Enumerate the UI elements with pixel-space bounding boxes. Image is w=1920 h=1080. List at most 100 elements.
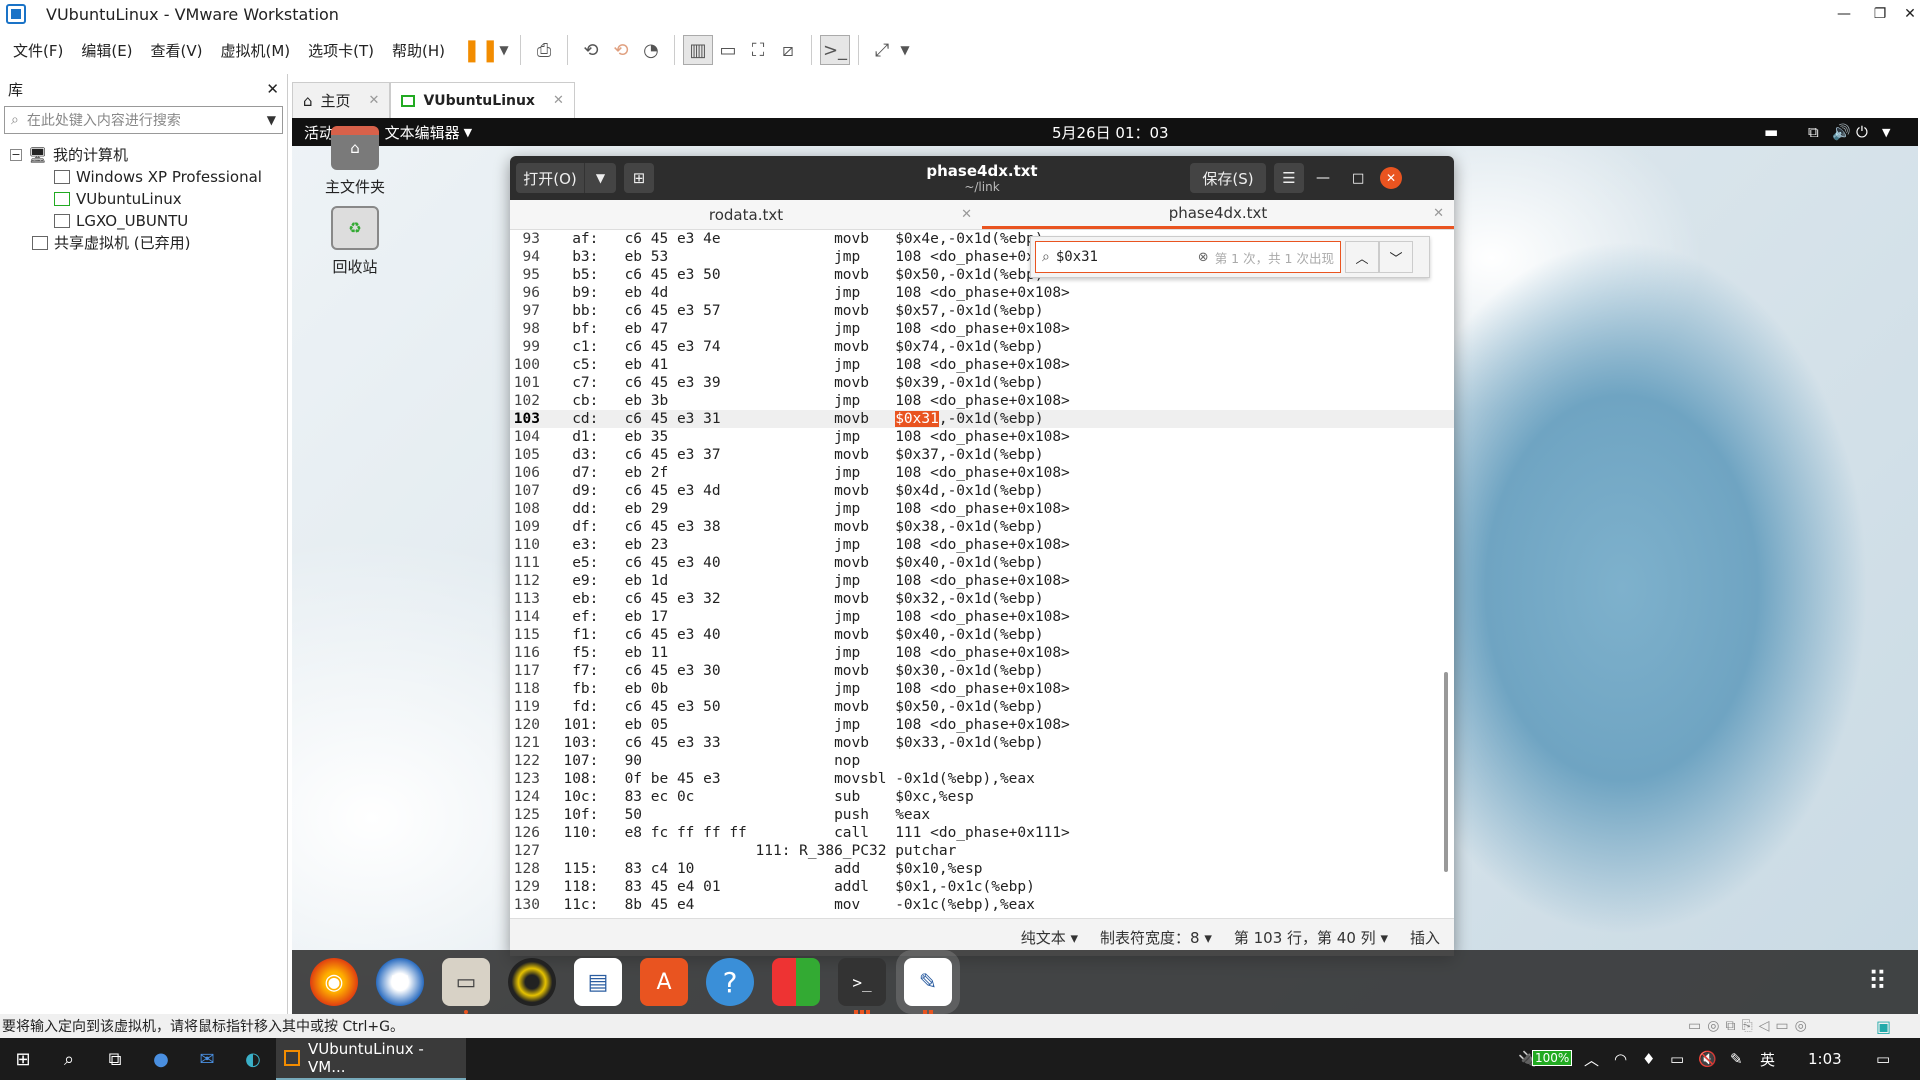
save-button[interactable]: 保存(S) (1190, 163, 1266, 193)
tab-vm[interactable]: VUbuntuLinux ✕ (390, 82, 575, 118)
new-tab-icon[interactable]: ⊞ (624, 163, 654, 193)
send-ctrl-alt-del-icon[interactable]: ⎙ (529, 35, 559, 65)
tree-item-vm[interactable]: LGXO_UBUNTU (54, 210, 287, 232)
console-view-icon[interactable]: >_ (820, 35, 851, 65)
firefox-icon[interactable]: ◉ (310, 958, 358, 1006)
menu-vm[interactable]: 虚拟机(M) (212, 40, 300, 61)
files-icon[interactable]: ▭ (442, 958, 490, 1014)
fullscreen-icon[interactable]: ⛶ (743, 35, 773, 65)
desktop-trash[interactable]: ♻ 回收站 (310, 206, 400, 277)
close-tab-icon[interactable]: ✕ (961, 207, 972, 222)
ime-indicator[interactable]: 英 (1760, 1049, 1775, 1070)
mail-icon[interactable]: ✉ (184, 1038, 230, 1080)
code-line[interactable]: 110 e3: eb 23 jmp 108 <do_phase+0x108> (510, 536, 1454, 554)
windows-app-icon[interactable] (772, 958, 820, 1006)
pen-icon[interactable]: ✎ (1730, 1050, 1743, 1068)
snapshot-icon[interactable]: ⟲ (576, 35, 606, 65)
tree-item-vm[interactable]: Windows XP Professional (54, 166, 287, 188)
code-line[interactable]: 100 c5: eb 41 jmp 108 <do_phase+0x108> (510, 356, 1454, 374)
stretch-dropdown-icon[interactable]: ▼ (897, 35, 913, 65)
taskbar-vmware-button[interactable]: VUbuntuLinux - VM... (276, 1038, 466, 1080)
code-line[interactable]: 102 cb: eb 3b jmp 108 <do_phase+0x108> (510, 392, 1454, 410)
code-line[interactable]: 129 118: 83 45 e4 01 addl $0x1,-0x1c(%eb… (510, 878, 1454, 896)
code-line[interactable]: 120 101: eb 05 jmp 108 <do_phase+0x108> (510, 716, 1454, 734)
code-line[interactable]: 103 cd: c6 45 e3 31 movb $0x31 ,-0x1d(%eb… (510, 410, 1454, 428)
close-icon[interactable]: ✕ (1380, 167, 1402, 189)
network-icon[interactable]: ⧉ (1808, 123, 1819, 141)
open-dropdown-icon[interactable]: ▼ (584, 163, 616, 193)
maximize-icon[interactable]: □ (1352, 171, 1364, 186)
task-view-icon[interactable]: ⧉ (92, 1038, 138, 1080)
terminal-icon[interactable]: >_ (838, 958, 886, 1014)
menu-edit[interactable]: 编辑(E) (72, 40, 141, 61)
code-line[interactable]: 114 ef: eb 17 jmp 108 <do_phase+0x108> (510, 608, 1454, 626)
code-line[interactable]: 119 fd: c6 45 e3 50 movb $0x50,-0x1d(%eb… (510, 698, 1454, 716)
search-input[interactable]: ⌕ $0x31 ⊗ 第 1 次，共 1 次出现 (1035, 241, 1341, 273)
thumbnail-bar-icon[interactable]: ▭ (713, 35, 743, 65)
chevron-down-icon[interactable]: ▼ (267, 113, 276, 127)
open-button[interactable]: 打开(O) (516, 163, 584, 193)
code-line[interactable]: 125 10f: 50 push %eax (510, 806, 1454, 824)
code-line[interactable]: 116 f5: eb 11 jmp 108 <do_phase+0x108> (510, 644, 1454, 662)
code-line[interactable]: 98 bf: eb 47 jmp 108 <do_phase+0x108> (510, 320, 1454, 338)
collapse-icon[interactable]: − (10, 148, 22, 161)
taskbar-clock[interactable]: 1:03 (1808, 1050, 1842, 1068)
code-line[interactable]: 128 115: 83 c4 10 add $0x10,%esp (510, 860, 1454, 878)
code-line[interactable]: 96 b9: eb 4d jmp 108 <do_phase+0x108> (510, 284, 1454, 302)
wifi-icon[interactable]: ◠ (1614, 1050, 1627, 1068)
battery-icon[interactable]: ▭ (1670, 1050, 1684, 1068)
device-icons[interactable]: ▭◎⧉⎘◁▭◎ (1688, 1018, 1813, 1034)
code-line[interactable]: 124 10c: 83 ec 0c sub $0xc,%esp (510, 788, 1454, 806)
tree-item-vm[interactable]: VUbuntuLinux (54, 188, 287, 210)
previous-match-button[interactable]: ︿ (1345, 241, 1379, 273)
start-icon[interactable]: ⊞ (0, 1038, 46, 1080)
language-selector[interactable]: 纯文本 ▾ (1021, 927, 1078, 948)
volume-icon[interactable]: 🔊 (1832, 123, 1851, 141)
rhythmbox-icon[interactable] (508, 958, 556, 1006)
code-line[interactable]: 130 11c: 8b 45 e4 mov -0x1c(%ebp),%eax (510, 896, 1454, 912)
thunderbird-icon[interactable]: ✉ (376, 958, 424, 1006)
code-line[interactable]: 97 bb: c6 45 e3 57 movb $0x57,-0x1d(%ebp… (510, 302, 1454, 320)
desktop-home-folder[interactable]: ⌂ 主文件夹 (310, 126, 400, 197)
code-line[interactable]: 126 110: e8 fc ff ff ff call 111 <do_pha… (510, 824, 1454, 842)
close-tab-icon[interactable]: ✕ (1433, 206, 1444, 221)
code-line[interactable]: 111 e5: c6 45 e3 40 movb $0x40,-0x1d(%eb… (510, 554, 1454, 572)
scrollbar[interactable] (1444, 672, 1448, 872)
code-line[interactable]: 117 f7: c6 45 e3 30 movb $0x30,-0x1d(%eb… (510, 662, 1454, 680)
code-line[interactable]: 109 df: c6 45 e3 38 movb $0x38,-0x1d(%eb… (510, 518, 1454, 536)
close-library-icon[interactable]: ✕ (266, 80, 279, 98)
code-line[interactable]: 127 111: R_386_PC32 putchar (510, 842, 1454, 860)
keyboard-icon[interactable]: ▬ (1764, 123, 1778, 141)
tray-app-icon[interactable]: ♦ (1642, 1050, 1655, 1068)
code-line[interactable]: 115 f1: c6 45 e3 40 movb $0x40,-0x1d(%eb… (510, 626, 1454, 644)
clock-app-icon[interactable]: ● (138, 1038, 184, 1080)
code-line[interactable]: 104 d1: eb 35 jmp 108 <do_phase+0x108> (510, 428, 1454, 446)
tab-home[interactable]: ⌂ 主页 ✕ (292, 82, 391, 118)
tab-phase4dx[interactable]: phase4dx.txt ✕ (982, 200, 1454, 229)
unity-icon[interactable]: ⧄ (773, 35, 803, 65)
code-line[interactable]: 122 107: 90 nop (510, 752, 1454, 770)
insert-mode[interactable]: 插入 (1410, 927, 1440, 948)
menu-view[interactable]: 查看(V) (142, 40, 212, 61)
hamburger-menu-icon[interactable]: ☰ (1274, 163, 1304, 193)
code-line[interactable]: 101 c7: c6 45 e3 39 movb $0x39,-0x1d(%eb… (510, 374, 1454, 392)
revert-snapshot-icon[interactable]: ⟲ (606, 35, 636, 65)
search-icon[interactable]: ⌕ (46, 1038, 92, 1080)
close-icon[interactable]: ✕ (369, 93, 380, 108)
code-line[interactable]: 118 fb: eb 0b jmp 108 <do_phase+0x108> (510, 680, 1454, 698)
code-line[interactable]: 123 108: 0f be 45 e3 movsbl -0x1d(%ebp),… (510, 770, 1454, 788)
power-icon[interactable]: ⏻ (1856, 123, 1868, 141)
chevron-up-icon[interactable]: ︿ (1584, 1049, 1599, 1070)
tree-item-my-computer[interactable]: − 🖥 我的计算机 (10, 144, 287, 166)
code-line[interactable]: 112 e9: eb 1d jmp 108 <do_phase+0x108> (510, 572, 1454, 590)
show-applications-icon[interactable]: ⠿ (1868, 967, 1887, 997)
menu-help[interactable]: 帮助(H) (383, 40, 454, 61)
battery-badge[interactable]: 100% (1532, 1050, 1573, 1066)
library-toggle-icon[interactable]: ▥ (683, 35, 714, 65)
code-line[interactable]: 113 eb: c6 45 e3 32 movb $0x32,-0x1d(%eb… (510, 590, 1454, 608)
code-line[interactable]: 105 d3: c6 45 e3 37 movb $0x37,-0x1d(%eb… (510, 446, 1454, 464)
message-icon[interactable]: ▣ (1876, 1017, 1891, 1036)
vm-display[interactable]: 活动 ✎ 文本编辑器 ▼ 5月26日 01：03 ▬ ⧉ 🔊 ⏻ ▼ ⌂ 主文件… (292, 118, 1918, 1014)
help-icon[interactable]: ? (706, 958, 754, 1006)
snapshot-manager-icon[interactable]: ◔ (636, 35, 666, 65)
